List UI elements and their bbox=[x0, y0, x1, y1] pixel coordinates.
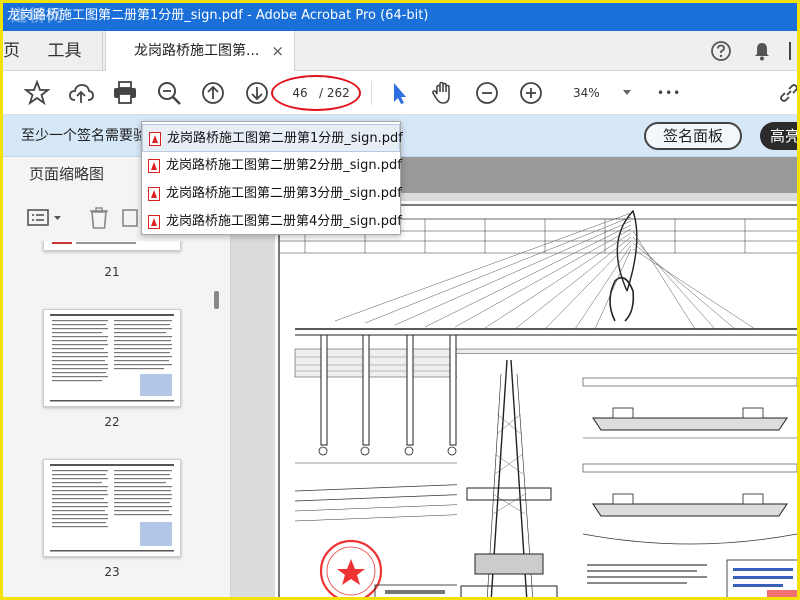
thumbnail-content bbox=[50, 464, 174, 552]
tab-document[interactable]: 龙岗路桥施工图第... × bbox=[105, 31, 295, 71]
open-files-dropdown: 龙岗路桥施工图第二册第1分册_sign.pdf 龙岗路桥施工图第二册第2分册_s… bbox=[141, 121, 403, 236]
close-icon[interactable]: × bbox=[271, 31, 284, 71]
zoom-search-icon[interactable] bbox=[155, 79, 183, 107]
link-icon[interactable] bbox=[775, 79, 800, 107]
main-toolbar: 46 / 262 34% ••• bbox=[3, 71, 800, 115]
zoom-in-icon[interactable] bbox=[517, 79, 545, 107]
tab-document-label: 龙岗路桥施工图第... bbox=[134, 43, 260, 59]
star-icon[interactable] bbox=[23, 79, 51, 107]
panel-title: 页面缩略图 bbox=[29, 165, 105, 183]
thumbnail-list: 21 22 23 bbox=[3, 241, 211, 597]
pdf-file-icon bbox=[148, 187, 160, 201]
drawing-page-next bbox=[457, 353, 797, 597]
tab-home[interactable]: 页 bbox=[3, 31, 25, 71]
zoom-level-select[interactable]: 34% bbox=[565, 83, 635, 103]
red-annotation-circle bbox=[271, 75, 361, 111]
thumbnail-page-number: 23 bbox=[104, 565, 120, 579]
dropdown-item-label: 龙岗路桥施工图第二册第3分册_sign.pdf bbox=[166, 186, 402, 201]
pylon-section-drawing bbox=[460, 359, 797, 597]
cloud-upload-icon[interactable] bbox=[67, 79, 95, 107]
print-icon[interactable] bbox=[111, 79, 139, 107]
thumbnail-page[interactable] bbox=[43, 241, 181, 251]
acrobat-window: 龙岗路桥施工图第二册第1分册_sign.pdf - Adobe Acrobat … bbox=[0, 0, 800, 600]
thumbnail-content bbox=[50, 314, 174, 402]
thumbnail-scrollbar[interactable] bbox=[210, 241, 224, 597]
select-arrow-icon[interactable] bbox=[385, 79, 413, 107]
hand-icon[interactable] bbox=[429, 79, 457, 107]
watermark: 道桥网 bbox=[11, 6, 66, 25]
more-icon[interactable]: ••• bbox=[657, 83, 681, 103]
bell-icon[interactable] bbox=[751, 40, 773, 62]
highlight-button[interactable]: 高亮 bbox=[760, 122, 797, 150]
pdf-file-icon bbox=[149, 132, 161, 146]
chevron-down-icon bbox=[623, 90, 631, 95]
thumbnail-page-number: 22 bbox=[104, 415, 120, 429]
title-bar: 龙岗路桥施工图第二册第1分册_sign.pdf - Adobe Acrobat … bbox=[3, 3, 797, 31]
toolbar-divider bbox=[371, 81, 372, 105]
dropdown-item-file-4[interactable]: 龙岗路桥施工图第二册第4分册_sign.pdf bbox=[142, 208, 402, 236]
pdf-file-icon bbox=[148, 159, 160, 173]
options-icon[interactable] bbox=[787, 40, 800, 62]
page-down-icon[interactable] bbox=[243, 79, 271, 107]
scrollbar-thumb[interactable] bbox=[214, 291, 219, 309]
dropdown-item-file-2[interactable]: 龙岗路桥施工图第二册第2分册_sign.pdf bbox=[142, 152, 402, 180]
dropdown-item-label: 龙岗路桥施工图第二册第1分册_sign.pdf bbox=[167, 131, 403, 146]
thumbnail-page[interactable] bbox=[43, 459, 181, 557]
trash-icon[interactable] bbox=[87, 205, 111, 231]
window-title: 龙岗路桥施工图第二册第1分册_sign.pdf - Adobe Acrobat … bbox=[7, 8, 429, 23]
signature-panel-button[interactable]: 签名面板 bbox=[644, 122, 742, 150]
zoom-out-icon[interactable] bbox=[473, 79, 501, 107]
thumbnail-page[interactable] bbox=[43, 309, 181, 407]
dropdown-item-label: 龙岗路桥施工图第二册第4分册_sign.pdf bbox=[166, 214, 402, 229]
dropdown-item-file-3[interactable]: 龙岗路桥施工图第二册第3分册_sign.pdf bbox=[142, 180, 402, 208]
thumbnail-options-icon[interactable] bbox=[27, 207, 67, 229]
insert-page-icon[interactable] bbox=[119, 205, 141, 231]
thumbnail-page-number: 21 bbox=[104, 265, 120, 279]
pdf-file-icon bbox=[148, 215, 160, 229]
thumbnail-content bbox=[52, 242, 136, 244]
dropdown-item-file-1[interactable]: 龙岗路桥施工图第二册第1分册_sign.pdf bbox=[142, 124, 403, 152]
dropdown-item-label: 龙岗路桥施工图第二册第2分册_sign.pdf bbox=[166, 158, 402, 173]
zoom-level-value: 34% bbox=[573, 86, 600, 100]
page-up-icon[interactable] bbox=[199, 79, 227, 107]
signature-warning-text: 至少一个签名需要验 bbox=[21, 128, 147, 144]
tab-bar: 页 工具 龙岗路桥施工图第... × bbox=[3, 31, 800, 71]
help-icon[interactable] bbox=[710, 40, 732, 62]
tab-tools[interactable]: 工具 bbox=[27, 31, 103, 71]
